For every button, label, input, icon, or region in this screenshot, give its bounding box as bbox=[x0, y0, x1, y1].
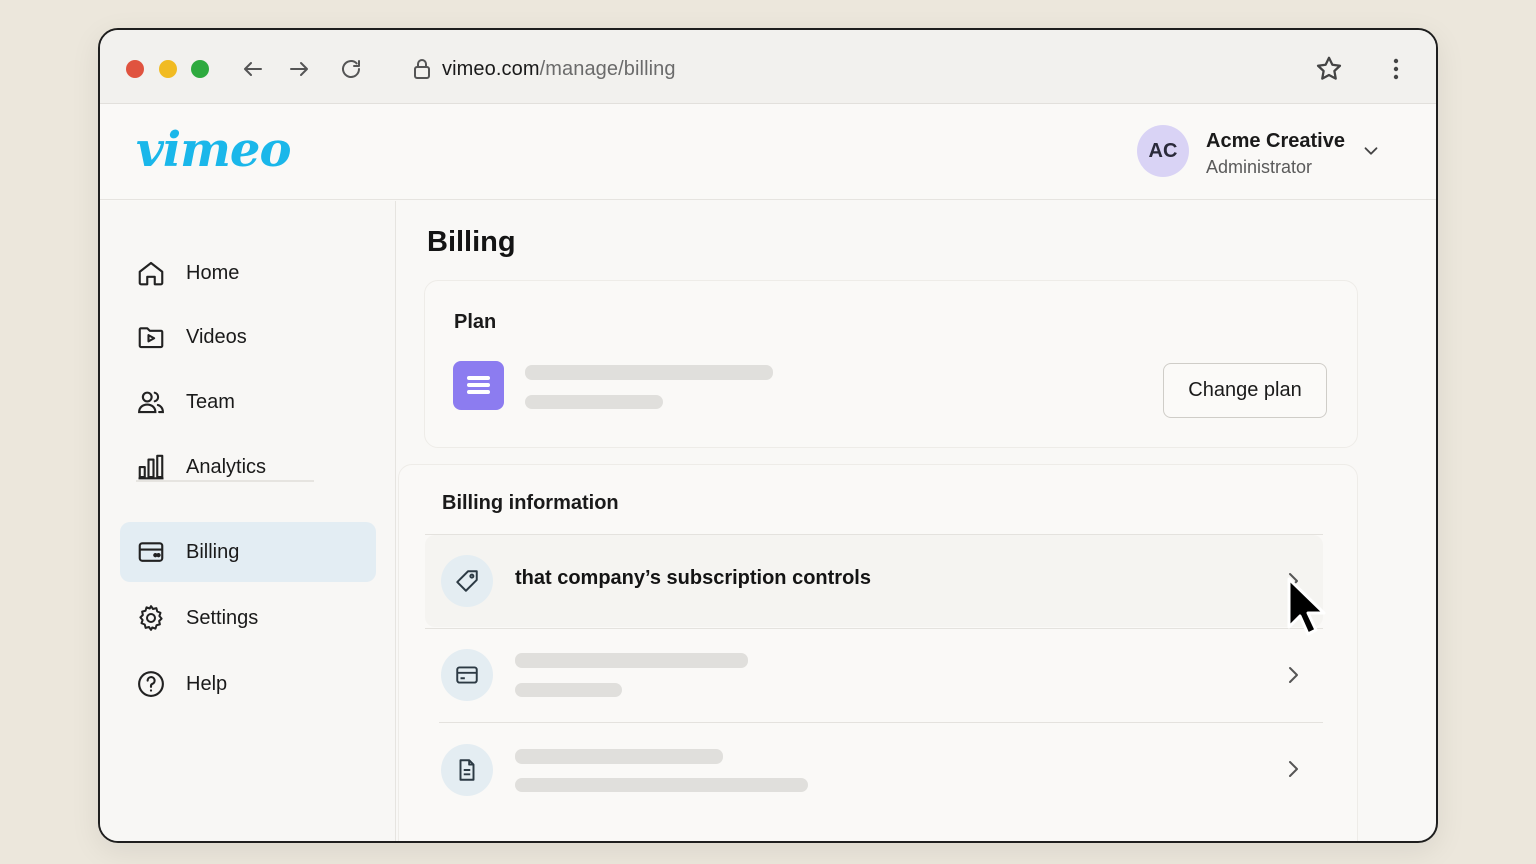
list-item-label: that company’s subscription controls bbox=[515, 567, 871, 589]
chevron-right-icon bbox=[1285, 665, 1301, 685]
team-icon bbox=[136, 387, 166, 417]
video-folder-icon bbox=[136, 322, 166, 352]
list-item[interactable] bbox=[425, 629, 1323, 721]
sidebar-item-label: Help bbox=[186, 672, 228, 695]
sidebar-item-label: Home bbox=[186, 261, 240, 284]
lock-icon bbox=[411, 57, 433, 81]
browser-window: vimeo.com/manage/billing vimeo AC Acme C… bbox=[98, 28, 1438, 843]
forward-arrow-icon[interactable] bbox=[285, 55, 313, 83]
avatar[interactable]: AC bbox=[1137, 125, 1189, 177]
chevron-right-icon bbox=[1285, 759, 1301, 779]
address-bar[interactable]: vimeo.com/manage/billing bbox=[442, 58, 676, 81]
app-header: vimeo AC Acme Creative Administrator bbox=[100, 104, 1436, 200]
sidebar-divider bbox=[136, 480, 314, 482]
list-item-title-placeholder bbox=[515, 653, 748, 668]
sidebar-item-billing[interactable]: Billing bbox=[120, 522, 376, 582]
list-item-detail-placeholder bbox=[515, 683, 622, 697]
sidebar-item-label: Billing bbox=[186, 540, 240, 563]
document-icon bbox=[441, 744, 493, 796]
account-role: Administrator bbox=[1206, 157, 1313, 177]
close-window-button[interactable] bbox=[126, 60, 144, 78]
mouse-cursor-icon bbox=[1286, 576, 1336, 650]
sidebar-item-label: Team bbox=[186, 390, 235, 413]
sidebar-item-settings[interactable]: Settings bbox=[120, 588, 376, 648]
reload-icon[interactable] bbox=[337, 55, 365, 83]
bookmark-star-icon[interactable] bbox=[1314, 54, 1344, 84]
chevron-down-icon[interactable] bbox=[1360, 140, 1382, 162]
gear-icon bbox=[136, 603, 166, 633]
plan-heading: Plan bbox=[454, 311, 497, 333]
vimeo-logo[interactable]: vimeo bbox=[136, 122, 291, 178]
bar-chart-icon bbox=[136, 452, 166, 482]
url-domain: vimeo.com bbox=[442, 58, 540, 80]
url-path: /manage/billing bbox=[539, 58, 676, 80]
sidebar-item-home[interactable]: Home bbox=[120, 243, 376, 303]
account-name[interactable]: Acme Creative bbox=[1206, 130, 1345, 153]
billing-information-card: Billing information that company’s subsc… bbox=[398, 464, 1358, 841]
list-item-detail-placeholder bbox=[515, 778, 808, 792]
change-plan-button[interactable]: Change plan bbox=[1163, 363, 1327, 418]
maximize-window-button[interactable] bbox=[191, 60, 209, 78]
list-item[interactable] bbox=[425, 723, 1323, 815]
page-title: Billing bbox=[427, 226, 516, 258]
plan-name-placeholder bbox=[525, 365, 773, 380]
tag-icon bbox=[441, 555, 493, 607]
back-arrow-icon[interactable] bbox=[239, 55, 267, 83]
sidebar-item-analytics[interactable]: Analytics bbox=[120, 437, 376, 497]
plan-icon bbox=[453, 361, 504, 410]
sidebar-item-team[interactable]: Team bbox=[120, 372, 376, 432]
sidebar-item-help[interactable]: Help bbox=[120, 654, 376, 714]
list-item-title-placeholder bbox=[515, 749, 723, 764]
credit-card-icon bbox=[441, 649, 493, 701]
more-menu-icon[interactable] bbox=[1384, 54, 1408, 84]
sidebar-item-label: Settings bbox=[186, 606, 259, 629]
help-icon bbox=[136, 669, 166, 699]
billing-card-icon bbox=[136, 537, 166, 567]
browser-toolbar: vimeo.com/manage/billing bbox=[100, 30, 1436, 104]
minimize-window-button[interactable] bbox=[159, 60, 177, 78]
sidebar-item-label: Analytics bbox=[186, 455, 267, 478]
billing-information-heading: Billing information bbox=[442, 492, 619, 514]
sidebar-item-label: Videos bbox=[186, 325, 247, 348]
sidebar: Home Videos Team Analytics Billing Setti… bbox=[100, 201, 396, 841]
list-item[interactable]: that company’s subscription controls bbox=[425, 535, 1323, 627]
plan-card: Plan Change plan bbox=[424, 280, 1358, 448]
plan-detail-placeholder bbox=[525, 395, 663, 409]
sidebar-item-videos[interactable]: Videos bbox=[120, 307, 376, 367]
home-icon bbox=[136, 258, 166, 288]
